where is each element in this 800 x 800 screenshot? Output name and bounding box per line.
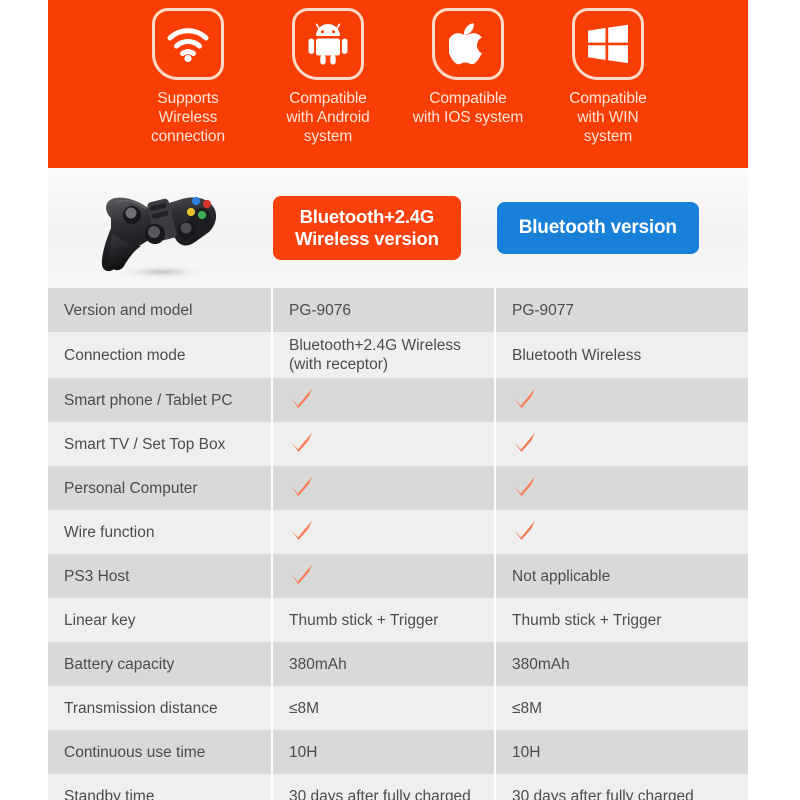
row-value-a (272, 378, 496, 422)
wifi-icon (166, 25, 210, 63)
row-value-a: ≤8M (272, 686, 496, 730)
gamepad-product-image (48, 176, 273, 281)
row-label: Version and model (48, 288, 273, 332)
spec-comparison-table: Version and model PG-9076 PG-9077 Connec… (48, 288, 748, 800)
badge-line-1: Bluetooth version (518, 217, 677, 238)
version-badges: Bluetooth+2.4G Wireless version Bluetoot… (273, 196, 699, 260)
row-label: Battery capacity (48, 642, 273, 686)
spec-table-body: Version and model PG-9076 PG-9077 Connec… (48, 288, 748, 800)
row-label: Linear key (48, 598, 273, 642)
feature-label: Compatible with Android system (286, 90, 370, 145)
feature-label: Supports Wireless connection (151, 90, 225, 145)
row-value-b (495, 466, 748, 510)
row-value-b: 380mAh (495, 642, 748, 686)
table-row: Personal Computer (48, 466, 748, 510)
table-row: Version and model PG-9076 PG-9077 (48, 288, 748, 332)
row-label: Smart phone / Tablet PC (48, 378, 273, 422)
row-label: Personal Computer (48, 466, 273, 510)
table-row: Linear key Thumb stick + Trigger Thumb s… (48, 598, 748, 642)
product-badge-strip: Bluetooth+2.4G Wireless version Bluetoot… (48, 168, 748, 288)
check-icon (512, 430, 538, 454)
row-value-b: ≤8M (495, 686, 748, 730)
table-row: Battery capacity 380mAh 380mAh (48, 642, 748, 686)
windows-icon (587, 24, 629, 64)
row-value-a: 380mAh (272, 642, 496, 686)
feature-label: Compatible with IOS system (412, 90, 524, 126)
row-value-b: PG-9077 (495, 288, 748, 332)
check-icon (289, 430, 315, 454)
feature-ios: Compatible with IOS system (398, 8, 538, 127)
badge-bluetooth-24g[interactable]: Bluetooth+2.4G Wireless version (273, 196, 461, 260)
row-value-a: Bluetooth+2.4G Wireless (with receptor) (272, 332, 496, 378)
row-value-b: Bluetooth Wireless (495, 332, 748, 378)
row-value-b (495, 378, 748, 422)
feature-win: Compatible with WIN system (538, 8, 678, 146)
row-value-b (495, 422, 748, 466)
wifi-icon-box (152, 8, 224, 80)
row-value-a (272, 466, 496, 510)
feature-label: Compatible with WIN system (569, 90, 647, 145)
windows-icon-box (572, 8, 644, 80)
check-icon (289, 518, 315, 542)
row-label: Continuous use time (48, 730, 273, 774)
check-icon (289, 474, 315, 498)
row-value-b: 10H (495, 730, 748, 774)
row-value-b (495, 510, 748, 554)
table-row: Smart TV / Set Top Box (48, 422, 748, 466)
row-value-b: 30 days after fully charged (495, 774, 748, 800)
apple-icon-box (432, 8, 504, 80)
check-icon (289, 386, 315, 410)
row-value-a: Thumb stick + Trigger (272, 598, 496, 642)
row-value-a (272, 510, 496, 554)
table-row: Standby time 30 days after fully charged… (48, 774, 748, 800)
badge-line-2: Wireless version (295, 228, 439, 249)
row-value-b: Thumb stick + Trigger (495, 598, 748, 642)
row-label: Wire function (48, 510, 273, 554)
feature-wireless: Supports Wireless connection (118, 8, 258, 146)
row-value-a: PG-9076 (272, 288, 496, 332)
row-label: Standby time (48, 774, 273, 800)
product-comparison-infographic: Supports Wireless connection Compatible … (0, 0, 800, 800)
compatibility-banner: Supports Wireless connection Compatible … (48, 0, 748, 168)
row-value-a: 10H (272, 730, 496, 774)
row-label: Transmission distance (48, 686, 273, 730)
table-row: PS3 Host Not applicable (48, 554, 748, 598)
row-value-a (272, 422, 496, 466)
table-row: Transmission distance ≤8M ≤8M (48, 686, 748, 730)
content-column: Supports Wireless connection Compatible … (48, 0, 748, 800)
android-icon (308, 23, 348, 65)
check-icon (512, 386, 538, 410)
check-icon (512, 474, 538, 498)
row-label: Connection mode (48, 332, 273, 378)
row-label: PS3 Host (48, 554, 273, 598)
table-row: Smart phone / Tablet PC (48, 378, 748, 422)
table-row: Connection mode Bluetooth+2.4G Wireless … (48, 332, 748, 378)
badge-bluetooth[interactable]: Bluetooth version (496, 202, 699, 254)
row-value-a: 30 days after fully charged (272, 774, 496, 800)
table-row: Continuous use time 10H 10H (48, 730, 748, 774)
android-icon-box (292, 8, 364, 80)
feature-android: Compatible with Android system (258, 8, 398, 146)
badge-line-1: Bluetooth+2.4G (299, 206, 435, 227)
check-icon (512, 518, 538, 542)
table-row: Wire function (48, 510, 748, 554)
row-value-b: Not applicable (495, 554, 748, 598)
row-value-a (272, 554, 496, 598)
row-label: Smart TV / Set Top Box (48, 422, 273, 466)
apple-icon (449, 22, 487, 66)
check-icon (289, 562, 315, 586)
